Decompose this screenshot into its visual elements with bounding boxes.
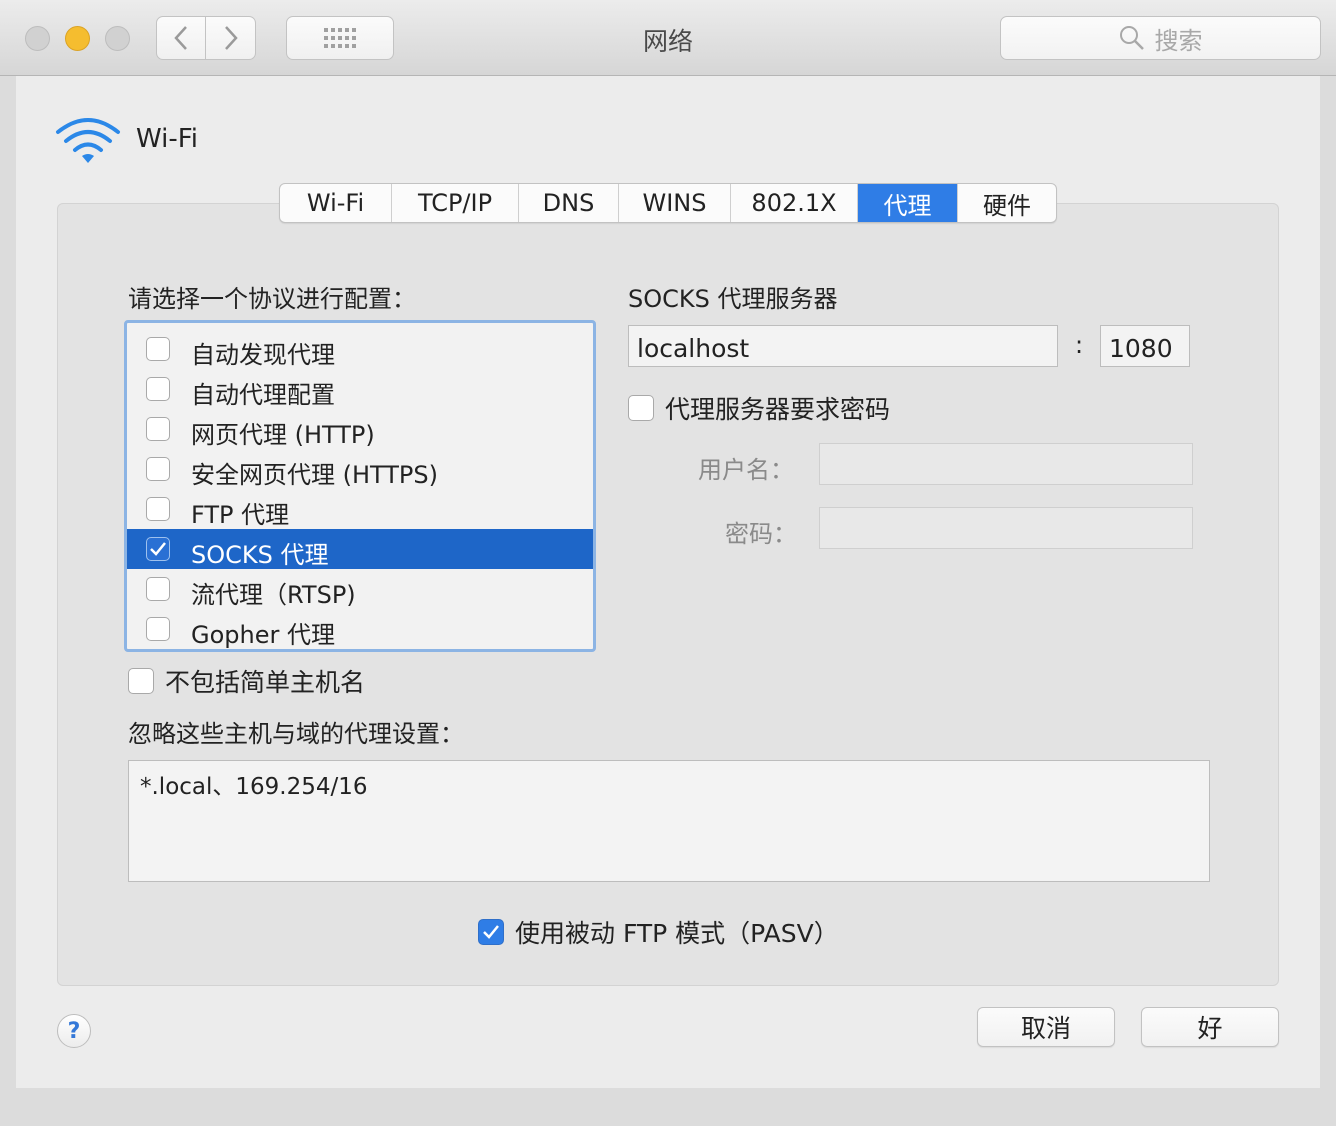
search-icon	[1119, 26, 1144, 50]
proxy-port-field[interactable]: 1080	[1100, 325, 1190, 367]
protocol-item-auto-config[interactable]: 自动代理配置	[127, 369, 593, 409]
protocol-label: 网页代理 (HTTP)	[191, 421, 375, 449]
tab-hardware[interactable]: 硬件	[958, 184, 1056, 222]
protocol-list-heading: 请选择一个协议进行配置：	[128, 285, 416, 313]
window-title: 网络	[642, 27, 693, 56]
help-button[interactable]: ?	[57, 1014, 91, 1048]
tab-8021x[interactable]: 802.1X	[731, 184, 858, 222]
protocol-item-gopher[interactable]: Gopher 代理	[127, 609, 593, 649]
protocol-label: 流代理（RTSP)	[191, 581, 356, 609]
title-bar: 网络 搜索	[0, 0, 1336, 76]
tab-bar: Wi-Fi TCP/IP DNS WINS 802.1X 代理 硬件	[279, 183, 1057, 223]
protocol-item-socks[interactable]: SOCKS 代理	[127, 529, 593, 569]
protocol-item-auto-discovery[interactable]: 自动发现代理	[127, 329, 593, 369]
forward-button[interactable]	[205, 16, 256, 60]
zoom-window-button[interactable]	[105, 26, 130, 51]
password-required-label: 代理服务器要求密码	[665, 395, 891, 424]
protocol-checkbox[interactable]	[146, 497, 170, 521]
search-field[interactable]: 搜索	[1000, 16, 1321, 60]
password-field[interactable]	[819, 507, 1193, 549]
cancel-button[interactable]: 取消	[977, 1007, 1115, 1047]
protocol-checkbox[interactable]	[146, 577, 170, 601]
bypass-heading: 忽略这些主机与域的代理设置：	[128, 720, 464, 748]
exclude-simple-hostnames-checkbox[interactable]	[128, 668, 154, 694]
password-label: 密码：	[725, 520, 797, 548]
password-required-row: 代理服务器要求密码	[628, 390, 890, 426]
protocol-label: 自动发现代理	[191, 341, 335, 369]
password-required-checkbox[interactable]	[628, 395, 654, 421]
protocol-item-rtsp[interactable]: 流代理（RTSP)	[127, 569, 593, 609]
ok-button[interactable]: 好	[1141, 1007, 1279, 1047]
back-button[interactable]	[156, 16, 206, 60]
protocol-item-http[interactable]: 网页代理 (HTTP)	[127, 409, 593, 449]
minimize-window-button[interactable]	[65, 26, 90, 51]
interface-name: Wi-Fi	[136, 124, 199, 154]
wifi-icon	[56, 118, 120, 163]
passive-ftp-label: 使用被动 FTP 模式（PASV）	[515, 919, 839, 948]
exclude-simple-hostnames-label: 不包括简单主机名	[165, 668, 366, 697]
chevron-left-icon	[174, 26, 187, 50]
port-separator: :	[1075, 331, 1084, 359]
checkmark-icon	[150, 542, 166, 556]
close-window-button[interactable]	[25, 26, 50, 51]
protocol-checkbox[interactable]	[146, 457, 170, 481]
show-all-button[interactable]	[286, 16, 394, 60]
grid-icon	[324, 28, 356, 48]
checkmark-icon	[483, 925, 499, 939]
protocol-item-https[interactable]: 安全网页代理 (HTTPS)	[127, 449, 593, 489]
protocol-list: 自动发现代理 自动代理配置 网页代理 (HTTP) 安全网页代理 (HTTPS)…	[124, 320, 596, 652]
protocol-checkbox[interactable]	[146, 617, 170, 641]
server-heading: SOCKS 代理服务器	[628, 285, 838, 313]
exclude-simple-hostnames-row: 不包括简单主机名	[128, 663, 365, 699]
protocol-label: 安全网页代理 (HTTPS)	[191, 461, 439, 489]
protocol-checkbox[interactable]	[146, 417, 170, 441]
username-label: 用户名：	[698, 456, 794, 484]
search-placeholder: 搜索	[1154, 26, 1203, 55]
proxy-host-field[interactable]: localhost	[628, 325, 1058, 367]
protocol-label: FTP 代理	[191, 501, 290, 529]
passive-ftp-row: 使用被动 FTP 模式（PASV）	[478, 914, 839, 950]
protocol-checkbox[interactable]	[146, 377, 170, 401]
protocol-label: SOCKS 代理	[191, 541, 329, 569]
protocol-item-ftp[interactable]: FTP 代理	[127, 489, 593, 529]
tab-wins[interactable]: WINS	[619, 184, 731, 222]
passive-ftp-checkbox[interactable]	[478, 919, 504, 945]
protocol-label: 自动代理配置	[191, 381, 335, 409]
protocol-label: Gopher 代理	[191, 621, 335, 649]
tab-proxies[interactable]: 代理	[858, 184, 958, 222]
protocol-checkbox[interactable]	[146, 337, 170, 361]
chevron-right-icon	[224, 26, 238, 50]
bypass-hosts-textarea[interactable]: *.local、169.254/16	[128, 760, 1210, 882]
tab-wifi[interactable]: Wi-Fi	[280, 184, 392, 222]
tab-dns[interactable]: DNS	[519, 184, 619, 222]
protocol-checkbox[interactable]	[146, 537, 170, 561]
tab-tcpip[interactable]: TCP/IP	[392, 184, 519, 222]
username-field[interactable]	[819, 443, 1193, 485]
